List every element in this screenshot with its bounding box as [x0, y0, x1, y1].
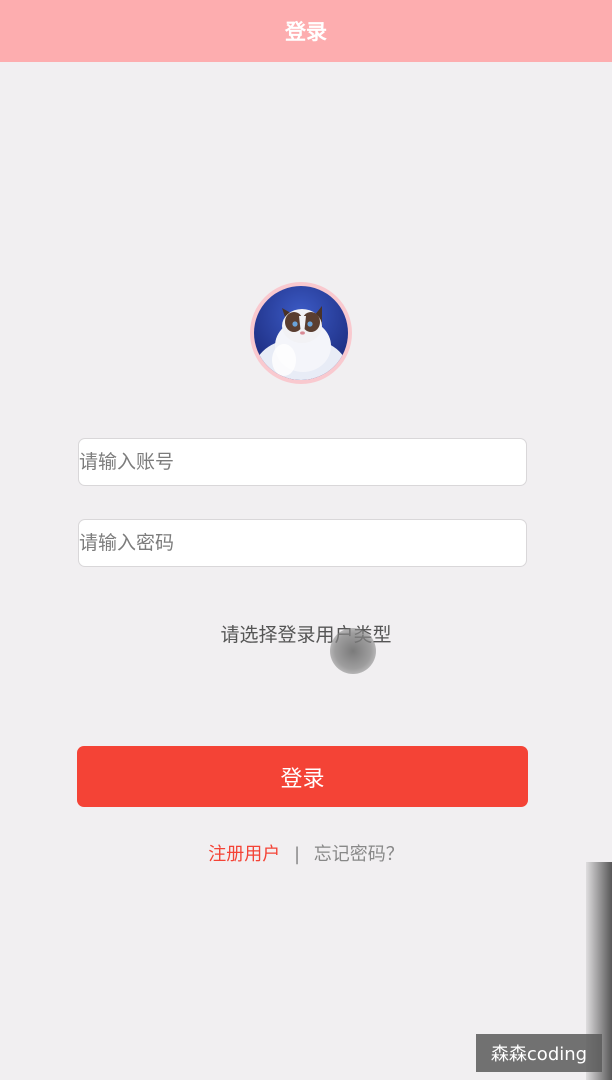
forgot-password-link[interactable]: 忘记密码？	[314, 844, 404, 865]
password-input[interactable]	[78, 519, 527, 567]
touch-indicator	[330, 628, 376, 674]
page-title: 登录	[285, 20, 327, 44]
navbar: 登录	[0, 0, 612, 62]
watermark: 森森coding	[476, 1034, 602, 1072]
link-separator: |	[293, 844, 301, 865]
auth-links: 注册用户 | 忘记密码？	[0, 840, 612, 866]
avatar	[250, 282, 352, 384]
account-input[interactable]	[78, 438, 527, 486]
user-type-selector[interactable]: 请选择登录用户类型	[0, 620, 612, 647]
login-button[interactable]: 登录	[77, 746, 528, 807]
cat-avatar-image	[254, 286, 348, 380]
register-link[interactable]: 注册用户	[208, 844, 280, 865]
